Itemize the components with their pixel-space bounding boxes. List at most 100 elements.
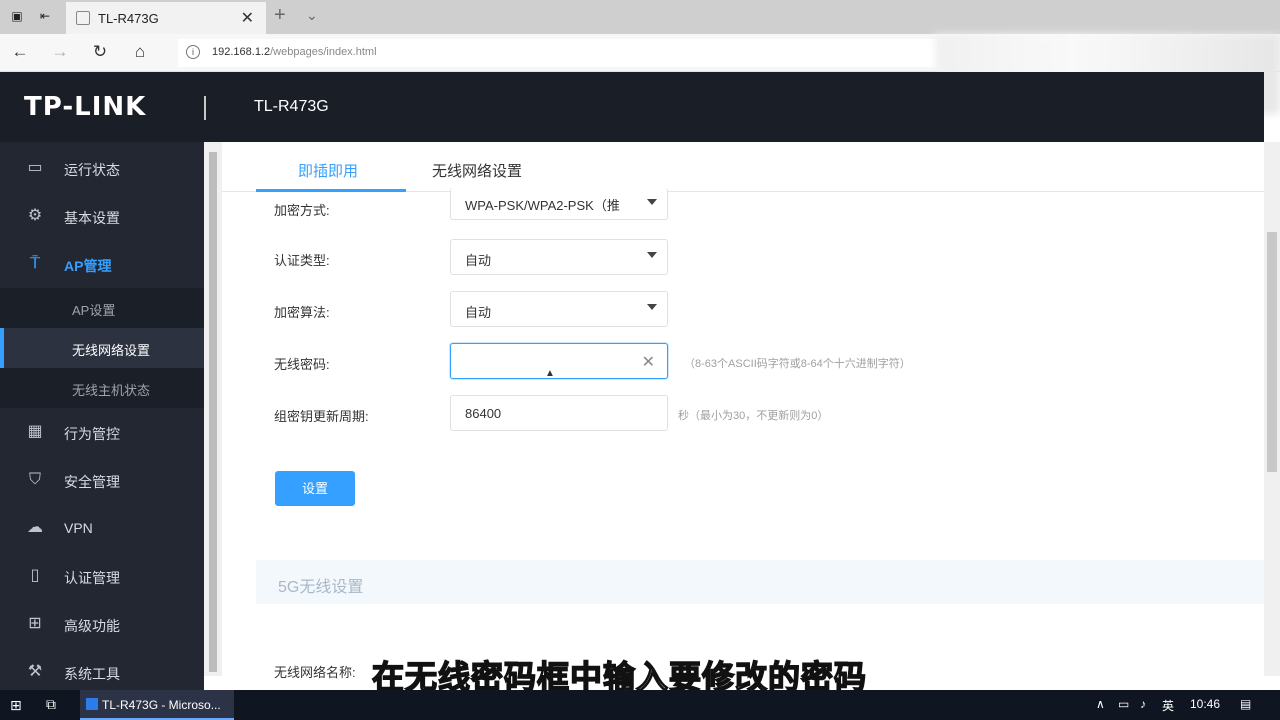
- windows-start-icon[interactable]: ⊞: [10, 697, 22, 714]
- sidebar-item-behavior-control[interactable]: ▦ 行为管控: [0, 408, 204, 456]
- sidebar-item-label: 基本设置: [64, 210, 120, 226]
- chevron-down-icon: [647, 304, 657, 310]
- sidebar-item-advanced[interactable]: ⊞ 高级功能: [0, 600, 204, 648]
- sidebar-item-vpn[interactable]: ☁ VPN: [0, 504, 204, 552]
- sidebar-scrollbar-thumb[interactable]: [209, 152, 217, 672]
- password-hint: （8-63个ASCII码字符或8-64个十六进制字符）: [684, 358, 911, 370]
- password-label: 无线密码:: [274, 357, 330, 372]
- notification-icon[interactable]: ▤: [1240, 697, 1251, 711]
- cipher-value: 自动: [465, 305, 492, 320]
- set-button[interactable]: 设置: [275, 471, 355, 506]
- sidebar-item-label: AP管理: [64, 258, 112, 274]
- taskbar: ⊞ ⧉ TL-R473G - Microso... ∧ ▭ ♪ 英 10:46 …: [0, 690, 1280, 720]
- password-input[interactable]: ▲ ✕: [450, 343, 668, 379]
- section-5g-header: 5G无线设置: [256, 560, 1264, 604]
- group-key-hint: 秒（最小为30，不更新则为0）: [678, 410, 829, 422]
- taskbar-app-label: TL-R473G - Microso...: [102, 698, 221, 712]
- group-key-input[interactable]: 86400: [450, 395, 668, 431]
- chevron-down-icon: [647, 199, 657, 205]
- sidebar: ▭ 运行状态 ⚙ 基本设置 ⍑ AP管理 AP设置 无线网络设置 无线主机状态 …: [0, 142, 204, 690]
- address-bar[interactable]: i 192.168.1.2/webpages/index.html: [178, 39, 938, 67]
- forward-arrow-icon[interactable]: →: [50, 42, 70, 62]
- sidebar-subitem-label: AP设置: [72, 303, 116, 318]
- section-5g-title: 5G无线设置: [278, 579, 364, 596]
- ssid-5g-label: 无线网络名称:: [274, 665, 356, 680]
- tp-link-logo: TP-LINK: [24, 92, 147, 122]
- active-tab-indicator: [256, 189, 406, 192]
- header-divider: [204, 96, 206, 120]
- group-key-value: 86400: [465, 406, 502, 421]
- router-header: TP-LINK TL-R473G: [0, 72, 1264, 142]
- auth-type-label: 认证类型:: [274, 253, 330, 268]
- gear-icon: ⚙: [27, 207, 43, 224]
- sidebar-item-ap-management[interactable]: ⍑ AP管理: [0, 240, 204, 288]
- cloud-icon: ☁: [27, 519, 43, 536]
- tab-plug-and-play[interactable]: 即插即用: [298, 160, 358, 181]
- back-arrow-icon[interactable]: ←: [10, 42, 30, 62]
- encryption-mode-value: WPA-PSK/WPA2-PSK（推: [465, 198, 620, 213]
- url-text: 192.168.1.2/webpages/index.html: [212, 46, 377, 58]
- tab-wireless-settings[interactable]: 无线网络设置: [432, 160, 522, 181]
- sidebar-item-label: 安全管理: [64, 474, 120, 490]
- tools-icon: ⚒: [27, 663, 43, 680]
- info-icon[interactable]: i: [186, 45, 200, 59]
- control-icon: ▦: [27, 423, 43, 440]
- sidebar-subitem-label: 无线主机状态: [72, 383, 151, 398]
- sidebar-item-label: 高级功能: [64, 618, 120, 634]
- model-name: TL-R473G: [254, 98, 329, 115]
- sidebar-subitem-ap-settings[interactable]: AP设置: [0, 288, 204, 328]
- tab-actions-icon[interactable]: ▣: [10, 9, 24, 23]
- sidebar-item-system-tools[interactable]: ⚒ 系统工具: [0, 648, 204, 690]
- content-tabs: 即插即用 无线网络设置: [222, 142, 1264, 192]
- sidebar-item-label: 认证管理: [64, 570, 120, 586]
- volume-icon[interactable]: ♪: [1140, 697, 1146, 711]
- encryption-mode-label: 加密方式:: [274, 203, 330, 218]
- main-content: 即插即用 无线网络设置 加密方式: WPA-PSK/WPA2-PSK（推 认证类…: [222, 142, 1264, 680]
- sidebar-item-label: 运行状态: [64, 162, 120, 178]
- page-favicon-icon: [76, 11, 90, 25]
- monitor-icon: ▭: [27, 159, 43, 176]
- clock[interactable]: 10:46: [1190, 697, 1220, 711]
- sidebar-subitem-wireless-hosts[interactable]: 无线主机状态: [0, 368, 204, 408]
- main-scrollbar[interactable]: [1264, 142, 1280, 676]
- auth-type-value: 自动: [465, 253, 492, 268]
- sidebar-subitem-wireless-settings[interactable]: 无线网络设置: [0, 328, 204, 368]
- sidebar-scrollbar[interactable]: [204, 142, 222, 676]
- cipher-select[interactable]: 自动: [450, 291, 668, 327]
- id-card-icon: ▯: [30, 567, 40, 584]
- home-icon[interactable]: ⌂: [130, 42, 150, 62]
- browser-tab[interactable]: TL-R473G ✕: [66, 2, 266, 34]
- edge-icon: [86, 698, 98, 710]
- main-scrollbar-thumb[interactable]: [1267, 232, 1277, 472]
- grid-icon: ⊞: [28, 615, 42, 632]
- chevron-down-icon: [647, 252, 657, 258]
- tray-chevron-icon[interactable]: ∧: [1096, 697, 1105, 711]
- taskbar-app-browser[interactable]: TL-R473G - Microso...: [80, 690, 234, 720]
- tab-title: TL-R473G: [98, 11, 159, 26]
- sidebar-item-status[interactable]: ▭ 运行状态: [0, 144, 204, 192]
- sidebar-item-basic-settings[interactable]: ⚙ 基本设置: [0, 192, 204, 240]
- sidebar-subitem-label: 无线网络设置: [72, 343, 151, 358]
- sidebar-item-auth[interactable]: ▯ 认证管理: [0, 552, 204, 600]
- new-tab-icon[interactable]: +: [274, 4, 286, 27]
- refresh-icon[interactable]: ↻: [90, 42, 110, 62]
- task-view-icon[interactable]: ⧉: [46, 696, 56, 713]
- keyboard-icon[interactable]: ▭: [1118, 697, 1129, 711]
- sidebar-item-security[interactable]: ⛉ 安全管理: [0, 456, 204, 504]
- ime-indicator[interactable]: 英: [1162, 697, 1174, 714]
- shield-icon: ⛉: [28, 471, 41, 488]
- sidebar-item-label: 行为管控: [64, 426, 120, 442]
- tab-list-chevron-icon[interactable]: ⌄: [306, 7, 318, 24]
- tab-close-icon[interactable]: ✕: [241, 8, 254, 28]
- back-tabs-icon[interactable]: ⇤: [38, 9, 52, 23]
- browser-tabstrip: ▣ ⇤ TL-R473G ✕ + ⌄: [0, 0, 1280, 34]
- group-key-label: 组密钥更新周期:: [274, 409, 369, 424]
- cipher-label: 加密算法:: [274, 305, 330, 320]
- text-cursor-icon: ▲: [545, 368, 555, 379]
- antenna-icon: ⍑: [30, 255, 40, 272]
- sidebar-item-label: VPN: [64, 520, 93, 536]
- sidebar-item-label: 系统工具: [64, 666, 120, 682]
- clear-icon[interactable]: ✕: [642, 352, 655, 372]
- encryption-mode-select[interactable]: WPA-PSK/WPA2-PSK（推: [450, 188, 668, 220]
- auth-type-select[interactable]: 自动: [450, 239, 668, 275]
